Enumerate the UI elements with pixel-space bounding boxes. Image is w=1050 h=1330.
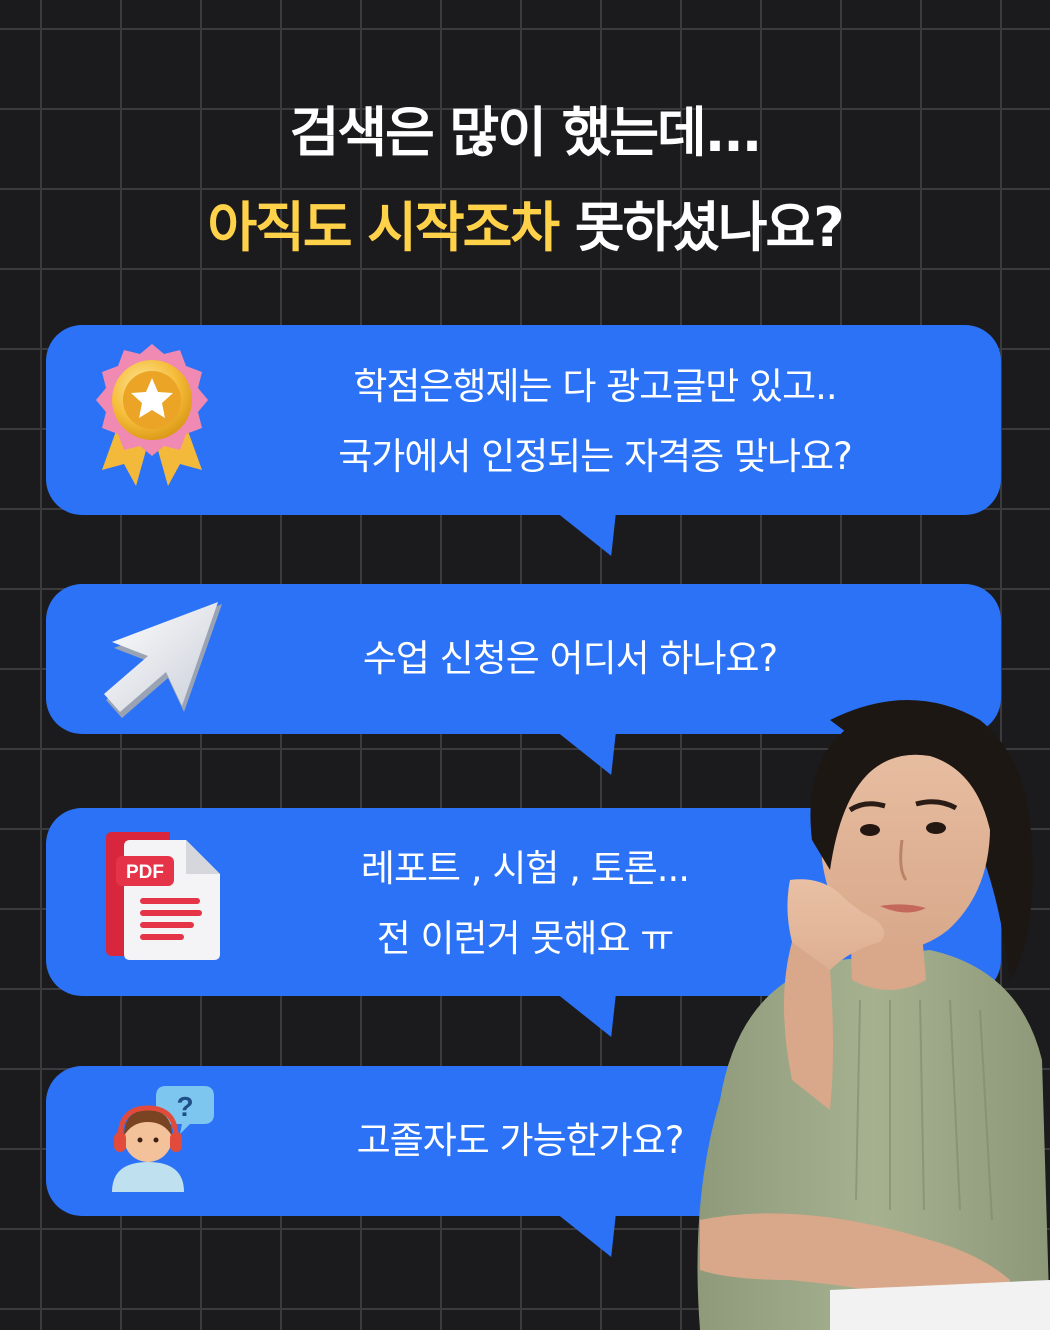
- bubble-1-line-1: 학점은행제는 다 광고글만 있고..: [353, 365, 837, 408]
- headline-line-1: 검색은 많이 했는데...: [289, 101, 763, 164]
- student-question-icon: ?: [112, 1086, 214, 1192]
- headline-highlight: 아직도 시작조차: [207, 196, 560, 259]
- headline-line-2: 아직도 시작조차 못하셨나요?: [0, 183, 1050, 262]
- cursor-arrow-icon: [104, 602, 222, 718]
- speech-bubble-tail-2: [556, 731, 616, 775]
- pdf-label: PDF: [126, 862, 164, 883]
- speech-bubble-tail-4: [556, 1213, 616, 1257]
- award-medal-icon: [96, 344, 208, 486]
- speech-bubble-tail-3: [556, 993, 616, 1037]
- speech-bubble-tail-1: [556, 512, 616, 556]
- headline-rest: 못하셨나요?: [558, 196, 845, 259]
- thinking-woman-image: [697, 700, 1050, 1330]
- bubble-1-text: 학점은행제는 다 광고글만 있고.. 국가에서 인정되는 자격증 맞나요?: [230, 352, 960, 492]
- bubble-1-line-2: 국가에서 인정되는 자격증 맞나요?: [338, 435, 852, 478]
- pdf-document-icon: PDF: [106, 832, 220, 960]
- question-mark: ?: [176, 1091, 193, 1122]
